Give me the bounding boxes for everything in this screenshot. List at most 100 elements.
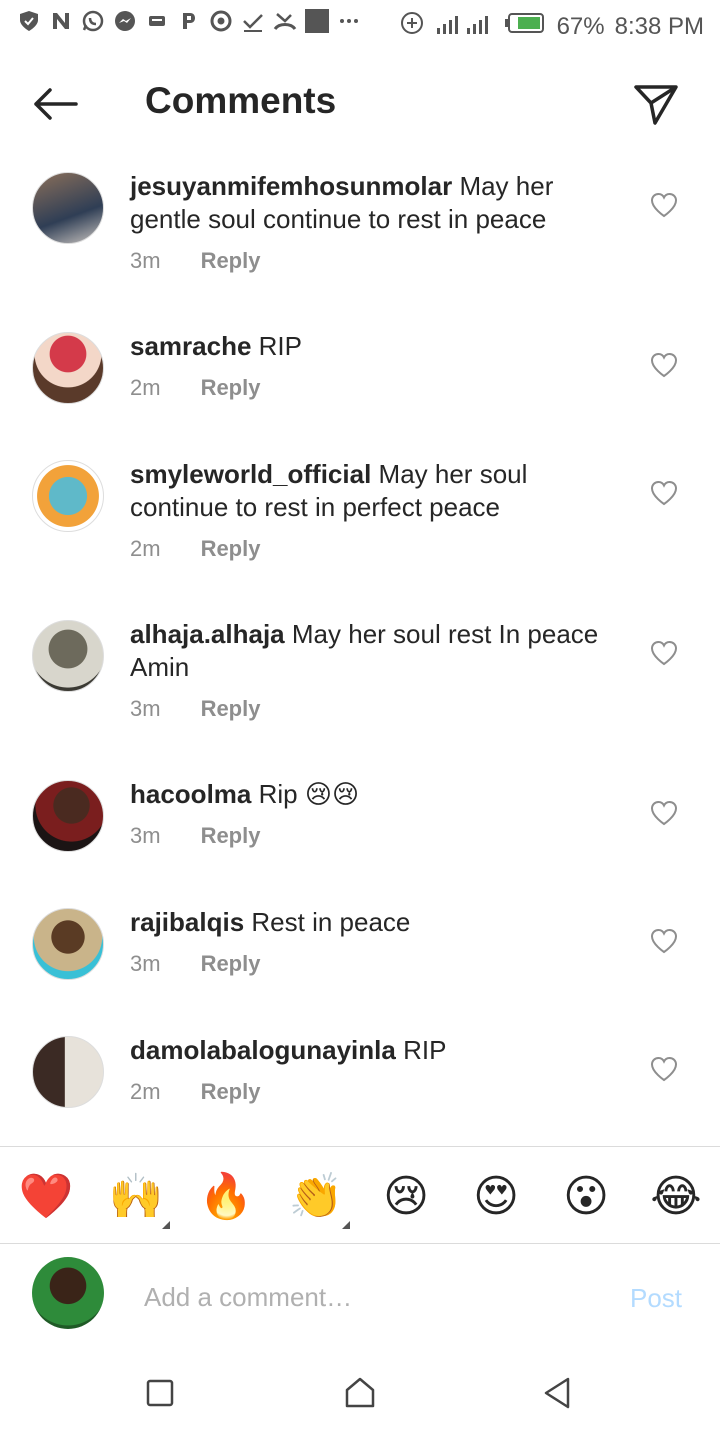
avatar[interactable] <box>32 332 104 404</box>
status-bar: 67% 8:38 PM <box>0 0 720 50</box>
comment-message: RIP <box>403 1035 447 1065</box>
avatar[interactable] <box>32 460 104 532</box>
emoji-heart[interactable]: ❤️ <box>18 1169 74 1225</box>
shield-icon <box>16 8 42 34</box>
heart-icon[interactable] <box>650 800 678 826</box>
comment-meta: 2m Reply <box>130 1079 260 1105</box>
comment-text: jesuyanmifemhosunmolar May her gentle so… <box>130 170 630 236</box>
signal-icon <box>435 10 495 43</box>
emoji-clap[interactable]: 👏 <box>288 1169 344 1225</box>
square-icon <box>146 1379 174 1407</box>
heart-icon[interactable] <box>650 640 678 666</box>
emoji-reaction-bar: ❤️ 🙌 🔥 👏 😢 😍 😮 😂 <box>0 1146 720 1244</box>
header: Comments <box>0 60 720 150</box>
comment-username[interactable]: damolabalogunayinla <box>130 1035 396 1065</box>
current-user-avatar <box>32 1257 104 1329</box>
messenger-icon <box>112 8 138 34</box>
comment-composer: Post <box>0 1245 720 1345</box>
reply-button[interactable]: Reply <box>201 696 261 722</box>
system-nav-bar <box>0 1345 720 1440</box>
heart-icon[interactable] <box>650 352 678 378</box>
skin-tone-indicator <box>162 1221 170 1229</box>
heart-icon[interactable] <box>650 192 678 218</box>
reply-button[interactable]: Reply <box>201 951 261 977</box>
comment-username[interactable]: alhaja.alhaja <box>130 619 285 649</box>
comment-username[interactable]: hacoolma <box>130 779 251 809</box>
comment-username[interactable]: samrache <box>130 331 251 361</box>
avatar[interactable] <box>32 172 104 244</box>
share-button[interactable] <box>630 80 682 130</box>
comment-meta: 3m Reply <box>130 696 260 722</box>
comment-meta: 2m Reply <box>130 375 260 401</box>
send-icon <box>634 85 678 125</box>
post-button[interactable]: Post <box>630 1283 682 1314</box>
n-icon <box>48 8 74 34</box>
home-icon <box>345 1377 375 1408</box>
comment-text: damolabalogunayinla RIP <box>130 1034 630 1067</box>
comment-text: rajibalqis Rest in peace <box>130 906 630 939</box>
avatar[interactable] <box>32 780 104 852</box>
avatar[interactable] <box>32 620 104 692</box>
comment-message: RIP <box>258 331 302 361</box>
emoji-raised-hands[interactable]: 🙌 <box>108 1169 164 1225</box>
comment-message: Rip 😢😢 <box>258 779 360 809</box>
comment-message: Rest in peace <box>251 907 411 937</box>
notification-icons <box>16 8 362 34</box>
arrow-left-icon <box>34 88 78 120</box>
back-button[interactable] <box>30 82 82 126</box>
avatar[interactable] <box>32 1036 104 1108</box>
home-button[interactable] <box>340 1373 380 1413</box>
comment-username[interactable]: smyleworld_official <box>130 459 371 489</box>
comment-meta: 3m Reply <box>130 951 260 977</box>
emoji-fire[interactable]: 🔥 <box>198 1169 254 1225</box>
emoji-laughing[interactable]: 😂 <box>648 1169 704 1225</box>
avatar[interactable] <box>32 908 104 980</box>
reply-button[interactable]: Reply <box>201 375 261 401</box>
emoji-surprised[interactable]: 😮 <box>558 1169 614 1225</box>
reply-button[interactable]: Reply <box>201 1079 261 1105</box>
p-icon <box>176 8 202 34</box>
comment-meta: 2m Reply <box>130 536 260 562</box>
heart-icon[interactable] <box>650 928 678 954</box>
comment-time: 2m <box>130 375 161 400</box>
missed-call-icon <box>272 8 298 34</box>
comment-meta: 3m Reply <box>130 823 260 849</box>
comment-time: 3m <box>130 248 161 273</box>
comment-time: 2m <box>130 536 161 561</box>
check-icon <box>240 8 266 34</box>
reply-button[interactable]: Reply <box>201 823 261 849</box>
data-saver-icon <box>399 10 425 43</box>
comment-time: 3m <box>130 696 161 721</box>
comment-time: 3m <box>130 951 161 976</box>
whatsapp-icon <box>80 8 106 34</box>
comment-text: smyleworld_official May her soul continu… <box>130 458 630 524</box>
chrome-icon <box>208 8 234 34</box>
recents-button[interactable] <box>140 1373 180 1413</box>
comment-time: 3m <box>130 823 161 848</box>
skin-tone-indicator <box>342 1221 350 1229</box>
comment-text: hacoolma Rip 😢😢 <box>130 778 630 811</box>
comment-username[interactable]: rajibalqis <box>130 907 244 937</box>
emoji-heart-eyes[interactable]: 😍 <box>468 1169 524 1225</box>
heart-icon[interactable] <box>650 480 678 506</box>
more-dots-icon <box>336 8 362 34</box>
page-title: Comments <box>145 80 337 121</box>
status-right: 67% 8:38 PM <box>399 10 704 43</box>
comment-meta: 3m Reply <box>130 248 260 274</box>
comment-username[interactable]: jesuyanmifemhosunmolar <box>130 171 452 201</box>
message-icon <box>144 8 170 34</box>
reply-button[interactable]: Reply <box>201 248 261 274</box>
comment-text: alhaja.alhaja May her soul rest In peace… <box>130 618 630 684</box>
battery-icon <box>504 11 547 42</box>
comment-time: 2m <box>130 1079 161 1104</box>
reply-button[interactable]: Reply <box>201 536 261 562</box>
triangle-back-icon <box>544 1377 570 1409</box>
comment-text: samrache RIP <box>130 330 630 363</box>
clock: 8:38 PM <box>614 12 704 40</box>
comment-input[interactable] <box>144 1277 604 1317</box>
image-icon <box>304 8 330 34</box>
back-nav-button[interactable] <box>538 1373 578 1413</box>
emoji-crying[interactable]: 😢 <box>378 1169 434 1225</box>
battery-percent: 67% <box>556 12 605 40</box>
heart-icon[interactable] <box>650 1056 678 1082</box>
